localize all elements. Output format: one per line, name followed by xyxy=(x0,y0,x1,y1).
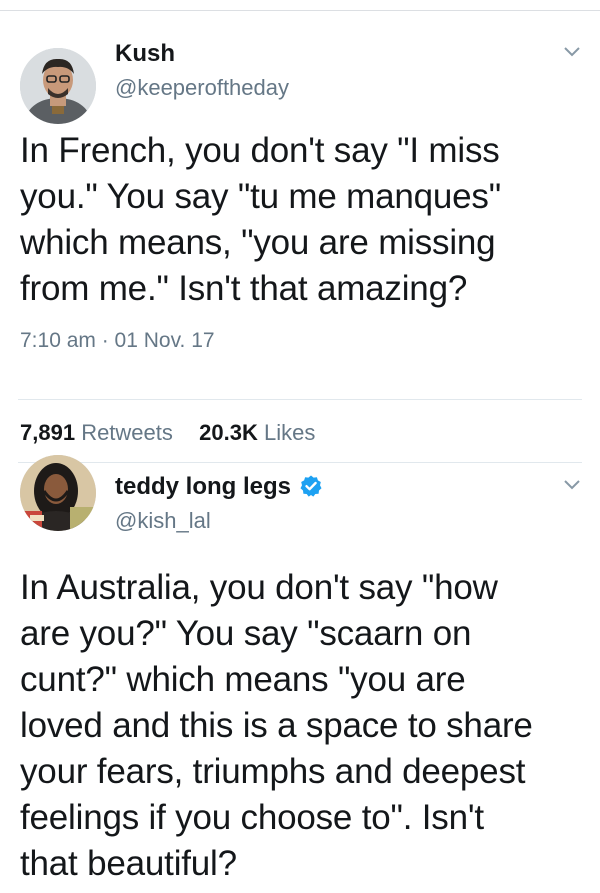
divider xyxy=(18,462,582,463)
likes-count[interactable]: 20.3K xyxy=(199,420,258,445)
user-handle[interactable]: @kish_lal xyxy=(115,508,211,534)
avatar[interactable] xyxy=(20,455,96,531)
verified-badge-icon xyxy=(300,475,322,497)
tweet-text: In Australia, you don't say "how are you… xyxy=(20,568,533,883)
user-handle[interactable]: @keeperoftheday xyxy=(115,75,289,101)
chevron-down-icon[interactable] xyxy=(564,47,580,57)
retweets-count[interactable]: 7,891 xyxy=(20,420,75,445)
chevron-down-icon[interactable] xyxy=(564,480,580,490)
divider xyxy=(18,399,582,400)
display-name-text[interactable]: teddy long legs xyxy=(115,473,291,500)
top-divider xyxy=(0,10,600,11)
tweet-timestamp[interactable]: 7:10 am · 01 Nov. 17 xyxy=(20,329,215,353)
display-name[interactable]: Kush xyxy=(115,40,175,68)
display-name[interactable]: teddy long legs xyxy=(115,473,323,501)
tweet-text: In French, you don't say "I miss you." Y… xyxy=(20,131,501,308)
avatar[interactable] xyxy=(20,48,96,124)
likes-label[interactable]: Likes xyxy=(264,420,315,445)
tweet-stats: 7,891 Retweets 20.3K Likes xyxy=(20,420,315,446)
retweets-label[interactable]: Retweets xyxy=(81,420,173,445)
